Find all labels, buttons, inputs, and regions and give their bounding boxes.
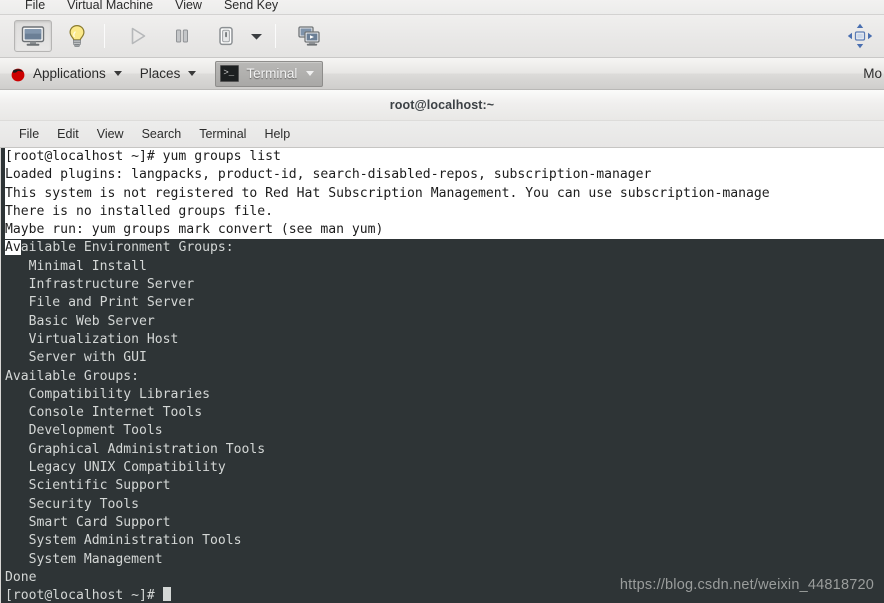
fullscreen-arrows-icon (846, 22, 874, 50)
vm-menu-file[interactable]: File (14, 0, 56, 14)
taskbar-item-label: Terminal (246, 66, 298, 81)
monitor-icon (21, 25, 45, 47)
clock: Mo (863, 66, 882, 81)
fullscreen-button[interactable] (846, 22, 874, 50)
terminal-menu-view[interactable]: View (88, 121, 133, 148)
terminal-line-text: ailable Environment Groups: (20, 240, 234, 256)
terminal-line: Virtualization Host (5, 331, 179, 347)
terminal-line: Server with GUI (5, 350, 147, 366)
vm-menubar-items: File Virtual Machine View Send Key (0, 0, 289, 14)
applications-label: Applications (33, 66, 106, 81)
terminal-title: root@localhost:~ (389, 98, 495, 112)
terminal-line: Development Tools (5, 423, 163, 439)
terminal-titlebar: root@localhost:~ (0, 90, 884, 121)
run-button[interactable] (119, 20, 157, 52)
terminal-line: Smart Card Support (5, 514, 171, 530)
toolbar-separator-2 (275, 24, 276, 48)
terminal-line: Available Environment Groups: (5, 239, 884, 257)
show-details-button[interactable] (58, 20, 96, 52)
terminal-line: There is no installed groups file. (5, 202, 884, 222)
snapshots-icon (297, 25, 321, 47)
vm-menu-send-key[interactable]: Send Key (213, 0, 289, 14)
virt-manager-window: File Virtual Machine View Send Key Appli… (0, 0, 884, 603)
shutdown-button[interactable] (207, 20, 245, 52)
applications-menu[interactable]: Applications (0, 58, 131, 90)
terminal-menu-help[interactable]: Help (255, 121, 299, 148)
terminal-line: Graphical Administration Tools (5, 441, 266, 457)
terminal-menu-file[interactable]: File (10, 121, 48, 148)
snapshots-button[interactable] (290, 20, 328, 52)
terminal-prompt-line[interactable]: [root@localhost ~]# (5, 587, 884, 603)
vm-menu-virtual-machine[interactable]: Virtual Machine (56, 0, 164, 14)
places-label: Places (139, 66, 181, 81)
terminal-line: Compatibility Libraries (5, 386, 210, 402)
terminal-line: Security Tools (5, 496, 140, 512)
redhat-logo-icon (9, 65, 27, 83)
terminal-line: Infrastructure Server (5, 277, 195, 293)
vm-menu-view[interactable]: View (164, 0, 213, 14)
terminal-line: Maybe run: yum groups mark convert (see … (5, 221, 884, 240)
terminal-line: Available Groups: (5, 368, 140, 384)
terminal-window: root@localhost:~ File Edit View Search T… (0, 90, 884, 603)
terminal-line: This system is not registered to Red Hat… (5, 184, 884, 203)
chevron-down-icon (250, 32, 263, 41)
pause-icon (172, 26, 192, 46)
power-icon (215, 25, 237, 47)
shutdown-menu-button[interactable] (245, 20, 267, 52)
panel-status-area[interactable]: Mo (863, 66, 884, 81)
places-menu[interactable]: Places (131, 58, 206, 90)
terminal-line: Legacy UNIX Compatibility (5, 460, 226, 476)
terminal-prompt: [root@localhost ~]# (5, 588, 163, 603)
lightbulb-icon (66, 24, 88, 48)
terminal-line: Minimal Install (5, 258, 147, 274)
show-console-button[interactable] (14, 20, 52, 52)
vm-menubar: File Virtual Machine View Send Key (0, 0, 884, 14)
terminal-cursor (162, 587, 171, 602)
terminal-icon: >_ (220, 65, 240, 82)
chevron-down-icon (113, 71, 122, 76)
toolbar-separator-1 (104, 24, 105, 48)
terminal-menu-edit[interactable]: Edit (48, 121, 88, 148)
terminal-screen[interactable]: [root@localhost ~]# yum groups list Loade… (1, 148, 884, 603)
play-icon (127, 25, 149, 47)
terminal-line: Done (5, 569, 37, 585)
terminal-line: System Management (5, 551, 163, 567)
terminal-line: System Administration Tools (5, 533, 242, 549)
gnome-top-panel: Applications Places >_ Terminal Mo (0, 58, 884, 90)
terminal-line: Scientific Support (5, 478, 171, 494)
terminal-line: [root@localhost ~]# yum groups list (5, 148, 884, 167)
pause-button[interactable] (163, 20, 201, 52)
terminal-menubar: File Edit View Search Terminal Help (0, 121, 884, 148)
terminal-menu-search[interactable]: Search (133, 121, 191, 148)
terminal-selection: Av (5, 240, 21, 256)
terminal-line: Console Internet Tools (5, 405, 203, 421)
taskbar-item-terminal[interactable]: >_ Terminal (215, 60, 324, 87)
vm-toolbar (0, 14, 884, 58)
chevron-down-icon (188, 71, 197, 76)
terminal-line: Loaded plugins: langpacks, product-id, s… (5, 166, 884, 185)
terminal-line: Basic Web Server (5, 313, 155, 329)
terminal-line: File and Print Server (5, 295, 195, 311)
chevron-down-icon (306, 71, 315, 76)
terminal-body[interactable]: [root@localhost ~]# yum groups list Loade… (0, 148, 884, 603)
terminal-menu-terminal[interactable]: Terminal (190, 121, 255, 148)
